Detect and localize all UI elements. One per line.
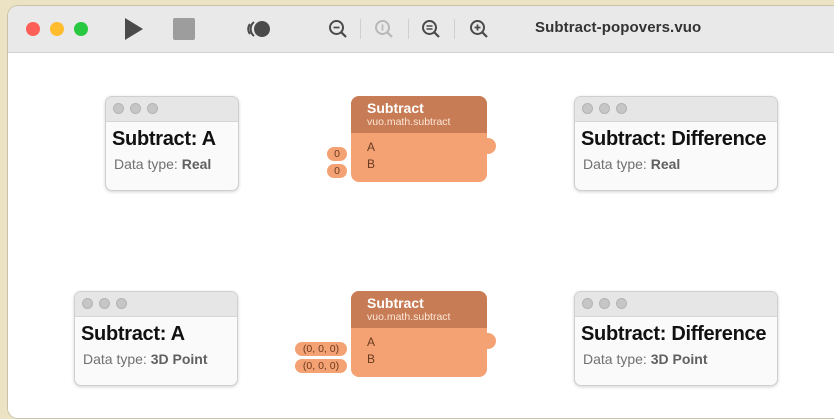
run-button[interactable] bbox=[120, 16, 146, 42]
popover-title-bar[interactable] bbox=[75, 292, 237, 317]
popover-title: Subtract: Difference bbox=[581, 128, 767, 150]
node-body[interactable]: Subtract vuo.math.subtract A B bbox=[351, 96, 487, 182]
subtract-node[interactable]: (0, 0, 0) (0, 0, 0) Subtract vuo.math.su… bbox=[295, 291, 496, 377]
zoom-to-fit-icon bbox=[422, 20, 440, 38]
node-class-name: vuo.math.subtract bbox=[367, 116, 451, 128]
input-port-a[interactable]: A bbox=[367, 335, 375, 349]
zoom-to-fit-button[interactable] bbox=[419, 16, 443, 42]
minimize-window-button[interactable] bbox=[50, 22, 64, 36]
data-type-label: Data type: bbox=[114, 156, 178, 172]
popover-minimize-button[interactable] bbox=[599, 103, 610, 114]
zoom-actual-size-button[interactable] bbox=[372, 16, 396, 42]
port-popover-output-difference[interactable]: Subtract: Difference Data type: Real bbox=[574, 96, 778, 191]
input-port-b[interactable]: B bbox=[367, 157, 375, 171]
zoom-out-icon bbox=[329, 20, 347, 38]
input-constant-b[interactable]: (0, 0, 0) bbox=[295, 359, 347, 373]
node-header[interactable]: Subtract vuo.math.subtract bbox=[351, 291, 487, 328]
popover-zoom-button[interactable] bbox=[147, 103, 158, 114]
popover-zoom-button[interactable] bbox=[616, 103, 627, 114]
stop-button[interactable] bbox=[171, 16, 197, 42]
popover-close-button[interactable] bbox=[582, 298, 593, 309]
popover-title: Subtract: A bbox=[81, 323, 185, 345]
popover-minimize-button[interactable] bbox=[130, 103, 141, 114]
popover-title: Subtract: A bbox=[112, 128, 216, 150]
port-popover-input-a[interactable]: Subtract: A Data type: Real bbox=[105, 96, 239, 191]
popover-zoom-button[interactable] bbox=[116, 298, 127, 309]
data-type-value: 3D Point bbox=[650, 351, 708, 367]
play-icon bbox=[125, 18, 143, 40]
data-type-label: Data type: bbox=[583, 351, 647, 367]
popover-close-button[interactable] bbox=[82, 298, 93, 309]
port-popover-output-difference[interactable]: Subtract: Difference Data type: 3D Point bbox=[574, 291, 778, 386]
data-type-label: Data type: bbox=[583, 156, 647, 172]
popover-data-type: Data type: Real bbox=[583, 156, 777, 172]
port-popover-input-a[interactable]: Subtract: A Data type: 3D Point bbox=[74, 291, 238, 386]
window-title: Subtract-popovers.vuo bbox=[535, 19, 702, 36]
input-port-a[interactable]: A bbox=[367, 140, 375, 154]
popover-minimize-button[interactable] bbox=[99, 298, 110, 309]
input-constant-b[interactable]: 0 bbox=[327, 164, 347, 178]
popover-data-type: Data type: 3D Point bbox=[583, 351, 777, 367]
output-port-difference[interactable] bbox=[480, 333, 496, 349]
zoom-window-button[interactable] bbox=[74, 22, 88, 36]
input-port-b[interactable]: B bbox=[367, 352, 375, 366]
output-port-difference[interactable] bbox=[480, 138, 496, 154]
toolbar-divider bbox=[408, 19, 409, 39]
popover-zoom-button[interactable] bbox=[616, 298, 627, 309]
node-header[interactable]: Subtract vuo.math.subtract bbox=[351, 96, 487, 133]
composition-canvas[interactable]: Subtract: A Data type: Real 0 0 Subtract… bbox=[8, 53, 834, 418]
close-window-button[interactable] bbox=[26, 22, 40, 36]
popover-title-bar[interactable] bbox=[575, 292, 777, 317]
data-type-label: Data type: bbox=[83, 351, 147, 367]
input-constant-a[interactable]: (0, 0, 0) bbox=[295, 342, 347, 356]
zoom-in-icon bbox=[470, 20, 488, 38]
node-body[interactable]: Subtract vuo.math.subtract A B bbox=[351, 291, 487, 377]
zoom-out-button[interactable] bbox=[326, 16, 350, 42]
popover-data-type: Data type: 3D Point bbox=[83, 351, 237, 367]
data-type-value: 3D Point bbox=[150, 351, 208, 367]
node-class-name: vuo.math.subtract bbox=[367, 311, 451, 323]
node-title: Subtract bbox=[367, 295, 424, 311]
popover-title: Subtract: Difference bbox=[581, 323, 767, 345]
input-editor-button[interactable] bbox=[246, 16, 274, 42]
subtract-node[interactable]: 0 0 Subtract vuo.math.subtract A B bbox=[327, 96, 496, 182]
title-bar: Subtract-popovers.vuo bbox=[8, 6, 834, 53]
toolbar-divider bbox=[454, 19, 455, 39]
toolbar-divider bbox=[360, 19, 361, 39]
node-title: Subtract bbox=[367, 100, 424, 116]
data-type-value: Real bbox=[181, 156, 212, 172]
popover-title-bar[interactable] bbox=[575, 97, 777, 122]
popover-minimize-button[interactable] bbox=[599, 298, 610, 309]
input-constant-a[interactable]: 0 bbox=[327, 147, 347, 161]
popover-data-type: Data type: Real bbox=[114, 156, 238, 172]
zoom-in-button[interactable] bbox=[467, 16, 491, 42]
popover-close-button[interactable] bbox=[582, 103, 593, 114]
composition-window: Subtract-popovers.vuo Subtract: A Data t… bbox=[8, 6, 834, 418]
input-editor-icon bbox=[247, 21, 270, 37]
popover-title-bar[interactable] bbox=[106, 97, 238, 122]
data-type-value: Real bbox=[650, 156, 681, 172]
popover-close-button[interactable] bbox=[113, 103, 124, 114]
zoom-actual-size-icon bbox=[375, 20, 393, 38]
stop-icon bbox=[173, 18, 195, 40]
